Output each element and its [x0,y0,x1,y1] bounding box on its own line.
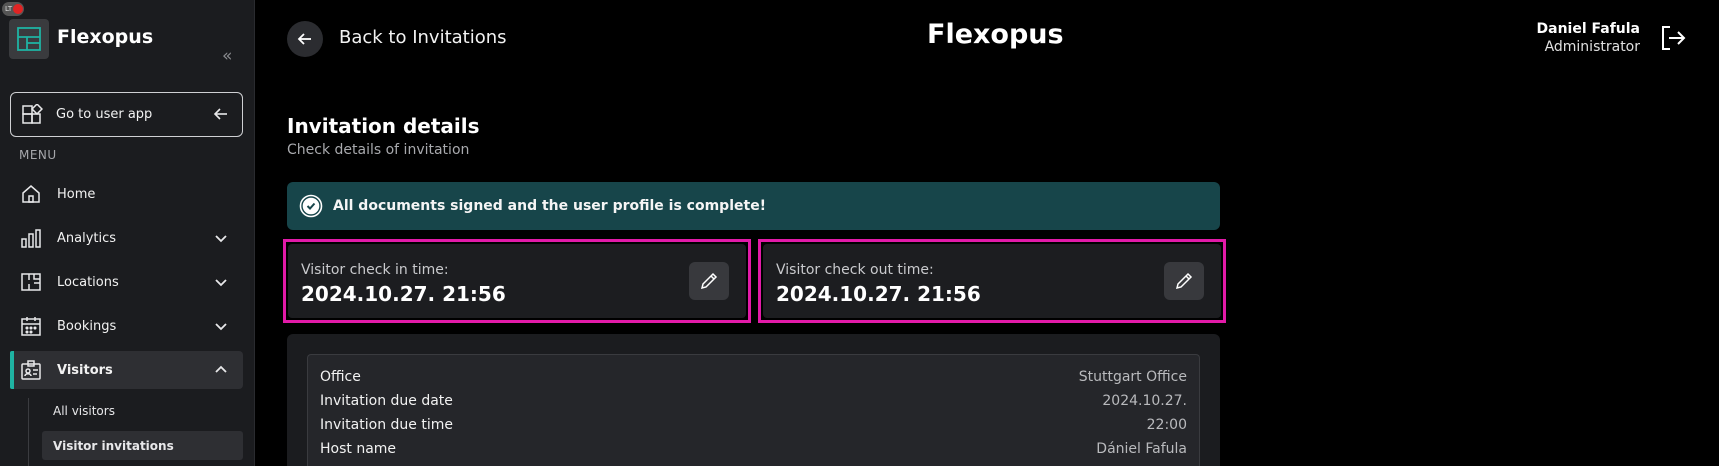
sidebar-item-label: Home [57,186,96,202]
home-icon [22,185,40,203]
chevron-down-icon [215,235,227,243]
arrow-left-icon [213,108,227,120]
detail-key: Invitation due time [320,417,453,433]
subnav-line [28,398,29,466]
sidebar-subitem-all-visitors[interactable]: All visitors [42,396,115,425]
go-to-user-app-button[interactable]: Go to user app [10,92,243,137]
detail-row-due-date: Invitation due date 2024.10.27. [320,389,1187,413]
detail-value: Dániel Fafula [1096,441,1187,457]
collapse-sidebar-icon[interactable]: « [222,46,232,66]
sidebar-subitem-visitor-invitations[interactable]: Visitor invitations [42,431,243,460]
user-role: Administrator [1544,39,1640,55]
invitation-details-panel: Office Stuttgart Office Invitation due d… [287,334,1220,466]
dev-badge[interactable]: LT [2,2,24,16]
check-out-card: Visitor check out time: 2024.10.27. 21:5… [758,239,1226,323]
user-name: Daniel Fafula [1536,21,1641,37]
sidebar-item-visitors[interactable]: Visitors [10,351,243,389]
detail-key: Host name [320,441,397,457]
check-circle-icon [299,194,323,218]
sidebar: LT Flexopus « Go to user app MENU Home A… [0,0,255,466]
bar-chart-icon [21,229,41,248]
detail-key: Office [320,369,361,385]
dev-badge-label: LT [5,5,13,13]
check-in-card: Visitor check in time: 2024.10.27. 21:56 [283,239,751,323]
chevron-down-icon [215,279,227,287]
check-in-label: Visitor check in time: [301,262,449,278]
detail-value: Stuttgart Office [1078,369,1187,385]
detail-key: Invitation due date [320,393,453,409]
pencil-icon [1175,272,1193,290]
check-out-value: 2024.10.27. 21:56 [776,282,981,306]
check-out-label: Visitor check out time: [776,262,934,278]
edit-check-in-button[interactable] [689,262,729,300]
sidebar-item-bookings[interactable]: Bookings [10,307,243,345]
sidebar-item-label: Locations [57,274,119,290]
chevron-down-icon [215,323,227,331]
arrow-left-icon [297,33,311,45]
status-banner-message: All documents signed and the user profil… [333,198,767,214]
floorplan-icon [21,273,41,291]
section-subtitle: Check details of invitation [287,142,470,158]
detail-row-due-time: Invitation due time 22:00 [320,413,1187,437]
detail-value: 2024.10.27. [1102,393,1187,409]
detail-row-office: Office Stuttgart Office [320,365,1187,389]
flexopus-logo-icon[interactable] [9,19,49,59]
back-to-invitations-link[interactable]: Back to Invitations [339,27,507,48]
go-to-user-app-label: Go to user app [56,107,153,122]
edit-check-out-button[interactable] [1164,262,1204,300]
invitation-details-list: Office Stuttgart Office Invitation due d… [307,354,1200,466]
sidebar-item-label: Visitors [57,362,113,378]
logout-icon[interactable] [1659,24,1687,52]
sidebar-item-home[interactable]: Home [10,175,243,213]
menu-section-label: MENU [19,148,57,162]
chevron-up-icon [215,365,227,373]
sidebar-item-label: Bookings [57,318,117,334]
sidebar-item-locations[interactable]: Locations [10,263,243,301]
sidebar-item-analytics[interactable]: Analytics [10,219,243,257]
visitor-badge-icon [21,360,41,380]
detail-row-host-name: Host name Dániel Fafula [320,437,1187,461]
calendar-icon [21,317,41,336]
sidebar-item-label: Analytics [57,230,117,246]
pencil-icon [700,272,718,290]
section-title: Invitation details [287,114,480,138]
page-title: Flexopus [927,19,1064,50]
status-banner: All documents signed and the user profil… [287,182,1220,230]
record-dot-icon [13,4,23,14]
check-in-value: 2024.10.27. 21:56 [301,282,506,306]
back-button[interactable] [287,21,323,57]
detail-value: 22:00 [1146,417,1187,433]
sidebar-brand-name: Flexopus [57,26,154,48]
apps-icon [22,103,43,124]
